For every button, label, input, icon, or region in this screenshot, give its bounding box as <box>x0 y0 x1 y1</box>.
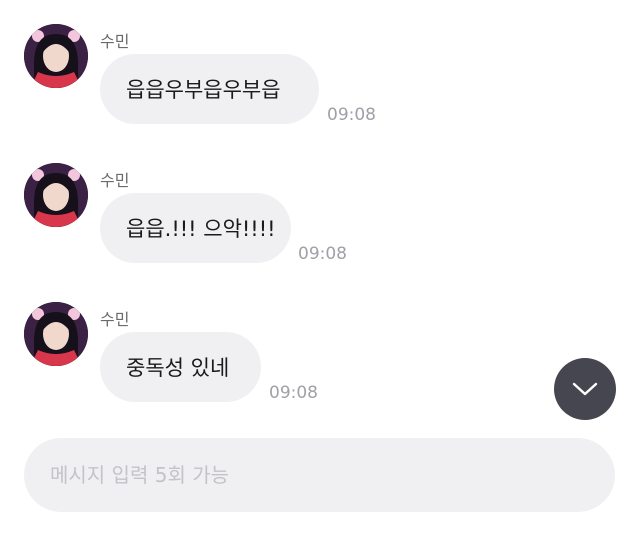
scroll-to-bottom-button[interactable] <box>554 358 616 420</box>
sender-name: 수민 <box>100 32 130 51</box>
avatar[interactable] <box>24 302 88 366</box>
chat-message: 수민 중독성 있네 09:08 <box>0 302 640 422</box>
chat-message: 수민 읍읍.!!! 으악!!!! 09:08 <box>0 163 640 283</box>
message-bubble[interactable]: 읍읍.!!! 으악!!!! <box>100 193 291 263</box>
message-input[interactable] <box>24 438 615 512</box>
message-time: 09:08 <box>269 383 318 403</box>
avatar[interactable] <box>24 163 88 227</box>
message-time: 09:08 <box>327 105 376 125</box>
avatar[interactable] <box>24 24 88 88</box>
chat-message: 수민 읍읍우부읍우부읍 09:08 <box>0 24 640 144</box>
sender-name: 수민 <box>100 310 130 329</box>
message-bubble[interactable]: 중독성 있네 <box>100 332 261 402</box>
chevron-down-icon <box>572 382 598 396</box>
message-bubble[interactable]: 읍읍우부읍우부읍 <box>100 54 319 124</box>
message-time: 09:08 <box>298 244 347 264</box>
sender-name: 수민 <box>100 171 130 190</box>
